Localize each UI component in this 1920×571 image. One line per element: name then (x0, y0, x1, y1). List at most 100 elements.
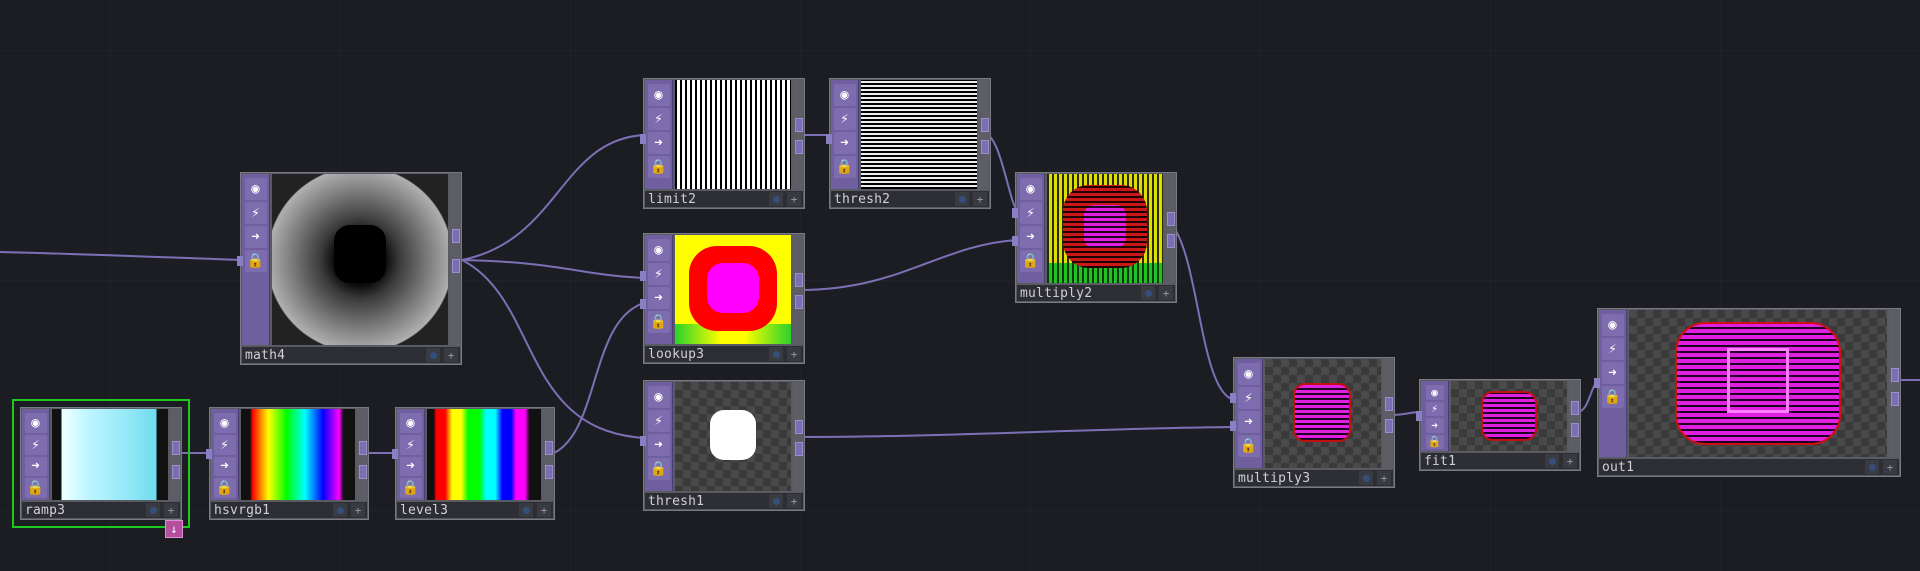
clone-icon[interactable]: ➜ (833, 132, 856, 154)
clone-icon[interactable]: ➜ (399, 456, 422, 477)
node-name-fit1[interactable]: fit1 (1421, 454, 1543, 469)
wire-lookup3-multiply2 (799, 239, 1018, 291)
display-toggle[interactable] (146, 503, 160, 517)
bypass-icon[interactable]: ⚡ (244, 202, 267, 224)
display-toggle[interactable] (519, 503, 533, 517)
display-toggle[interactable] (1545, 454, 1559, 468)
lock-icon[interactable]: 🔒 (24, 478, 47, 498)
display-toggle[interactable] (333, 503, 347, 517)
clone-icon[interactable]: ➜ (1019, 226, 1042, 248)
node-multiply2[interactable]: ◉ ⚡ ➜ 🔒 multiply2 + (1012, 172, 1177, 303)
lock-icon[interactable]: 🔒 (1237, 435, 1260, 457)
viewer-icon[interactable]: ◉ (833, 84, 856, 106)
display-toggle[interactable] (1865, 460, 1879, 474)
node-name-out1[interactable]: out1 (1599, 460, 1863, 475)
add-icon[interactable]: + (444, 348, 458, 362)
clone-icon[interactable]: ➜ (1425, 418, 1444, 433)
lock-icon[interactable]: 🔒 (1601, 386, 1624, 408)
ramp3-preview (52, 409, 168, 500)
node-hsvrgb1[interactable]: ◉ ⚡ ➜ 🔒 hsvrgb1 + (206, 407, 369, 520)
node-name-limit2[interactable]: limit2 (645, 192, 767, 207)
bypass-icon[interactable]: ⚡ (213, 434, 236, 455)
display-toggle[interactable] (955, 192, 969, 206)
node-limit2[interactable]: ◉ ⚡ ➜ 🔒 limit2 + (640, 78, 805, 209)
display-toggle[interactable] (769, 192, 783, 206)
node-name-level3[interactable]: level3 (397, 503, 517, 518)
lock-icon[interactable]: 🔒 (1019, 250, 1042, 272)
bypass-icon[interactable]: ⚡ (1601, 338, 1624, 360)
add-icon[interactable]: + (1563, 454, 1577, 468)
node-lookup3[interactable]: ◉ ⚡ ➜ 🔒 lookup3 + (640, 233, 805, 364)
bypass-icon[interactable]: ⚡ (24, 434, 47, 455)
node-thresh2[interactable]: ◉ ⚡ ➜ 🔒 thresh2 + (826, 78, 991, 209)
node-out1[interactable]: ◉ ⚡ ➜ 🔒 out1 + (1594, 308, 1901, 477)
bypass-icon[interactable]: ⚡ (1019, 202, 1042, 224)
add-icon[interactable]: + (787, 347, 801, 361)
node-thresh1[interactable]: ◉ ⚡ ➜ 🔒 thresh1 + (640, 380, 805, 511)
clone-icon[interactable]: ➜ (1237, 411, 1260, 433)
viewer-icon[interactable]: ◉ (647, 386, 670, 408)
bypass-icon[interactable]: ⚡ (1237, 387, 1260, 409)
add-icon[interactable]: + (973, 192, 987, 206)
add-icon[interactable]: + (537, 503, 551, 517)
node-level3[interactable]: ◉ ⚡ ➜ 🔒 level3 + (392, 407, 555, 520)
bypass-icon[interactable]: ⚡ (647, 108, 670, 130)
clone-icon[interactable]: ➜ (647, 132, 670, 154)
node-name-lookup3[interactable]: lookup3 (645, 347, 767, 362)
viewer-icon[interactable]: ◉ (1019, 178, 1042, 200)
lock-icon[interactable]: 🔒 (647, 156, 670, 178)
viewer-icon[interactable]: ◉ (1425, 385, 1444, 400)
lock-icon[interactable]: 🔒 (647, 458, 670, 480)
add-icon[interactable]: + (1883, 460, 1897, 474)
node-name-hsvrgb1[interactable]: hsvrgb1 (211, 503, 331, 518)
clone-icon[interactable]: ➜ (647, 287, 670, 309)
bypass-icon[interactable]: ⚡ (399, 434, 422, 455)
lock-icon[interactable]: 🔒 (1425, 434, 1444, 449)
node-multiply3[interactable]: ◉ ⚡ ➜ 🔒 multiply3 + (1230, 357, 1395, 488)
lock-icon[interactable]: 🔒 (647, 311, 670, 333)
display-toggle[interactable] (1141, 286, 1155, 300)
viewer-icon[interactable]: ◉ (24, 413, 47, 433)
add-icon[interactable]: + (787, 192, 801, 206)
viewer-icon[interactable]: ◉ (399, 413, 422, 433)
clone-icon[interactable]: ➜ (647, 434, 670, 456)
lock-icon[interactable]: 🔒 (244, 250, 267, 272)
viewer-icon[interactable]: ◉ (213, 413, 236, 433)
clone-icon[interactable]: ➜ (24, 456, 47, 477)
display-toggle[interactable] (426, 348, 440, 362)
node-fit1[interactable]: ◉ ⚡ ➜ 🔒 fit1 + (1416, 379, 1581, 471)
node-name-math4[interactable]: math4 (242, 348, 424, 363)
add-icon[interactable]: + (164, 503, 178, 517)
node-name-ramp3[interactable]: ramp3 (22, 503, 144, 518)
viewer-flag-icon[interactable]: ↓ (165, 520, 183, 538)
bypass-icon[interactable]: ⚡ (647, 263, 670, 285)
node-ramp3[interactable]: ◉ ⚡ ➜ 🔒 ramp3 + ↓ (12, 399, 190, 538)
lock-icon[interactable]: 🔒 (213, 478, 236, 498)
add-icon[interactable]: + (1377, 471, 1391, 485)
viewer-icon[interactable]: ◉ (647, 239, 670, 261)
viewer-icon[interactable]: ◉ (647, 84, 670, 106)
lock-icon[interactable]: 🔒 (399, 478, 422, 498)
clone-icon[interactable]: ➜ (213, 456, 236, 477)
node-name-thresh1[interactable]: thresh1 (645, 494, 767, 509)
display-toggle[interactable] (769, 494, 783, 508)
node-math4[interactable]: ◉ ⚡ ➜ 🔒 math4 + (237, 172, 462, 365)
bypass-icon[interactable]: ⚡ (1425, 401, 1444, 416)
viewer-icon[interactable]: ◉ (1601, 314, 1624, 336)
node-name-multiply3[interactable]: multiply3 (1235, 471, 1357, 486)
display-toggle[interactable] (1359, 471, 1373, 485)
viewer-icon[interactable]: ◉ (1237, 363, 1260, 385)
display-toggle[interactable] (769, 347, 783, 361)
bypass-icon[interactable]: ⚡ (833, 108, 856, 130)
node-name-thresh2[interactable]: thresh2 (831, 192, 953, 207)
viewer-icon[interactable]: ◉ (244, 178, 267, 200)
lock-icon[interactable]: 🔒 (833, 156, 856, 178)
clone-icon[interactable]: ➜ (244, 226, 267, 248)
wire-math4-limit2 (461, 134, 645, 261)
clone-icon[interactable]: ➜ (1601, 362, 1624, 384)
add-icon[interactable]: + (787, 494, 801, 508)
add-icon[interactable]: + (1159, 286, 1173, 300)
add-icon[interactable]: + (351, 503, 365, 517)
bypass-icon[interactable]: ⚡ (647, 410, 670, 432)
node-name-multiply2[interactable]: multiply2 (1017, 286, 1139, 301)
